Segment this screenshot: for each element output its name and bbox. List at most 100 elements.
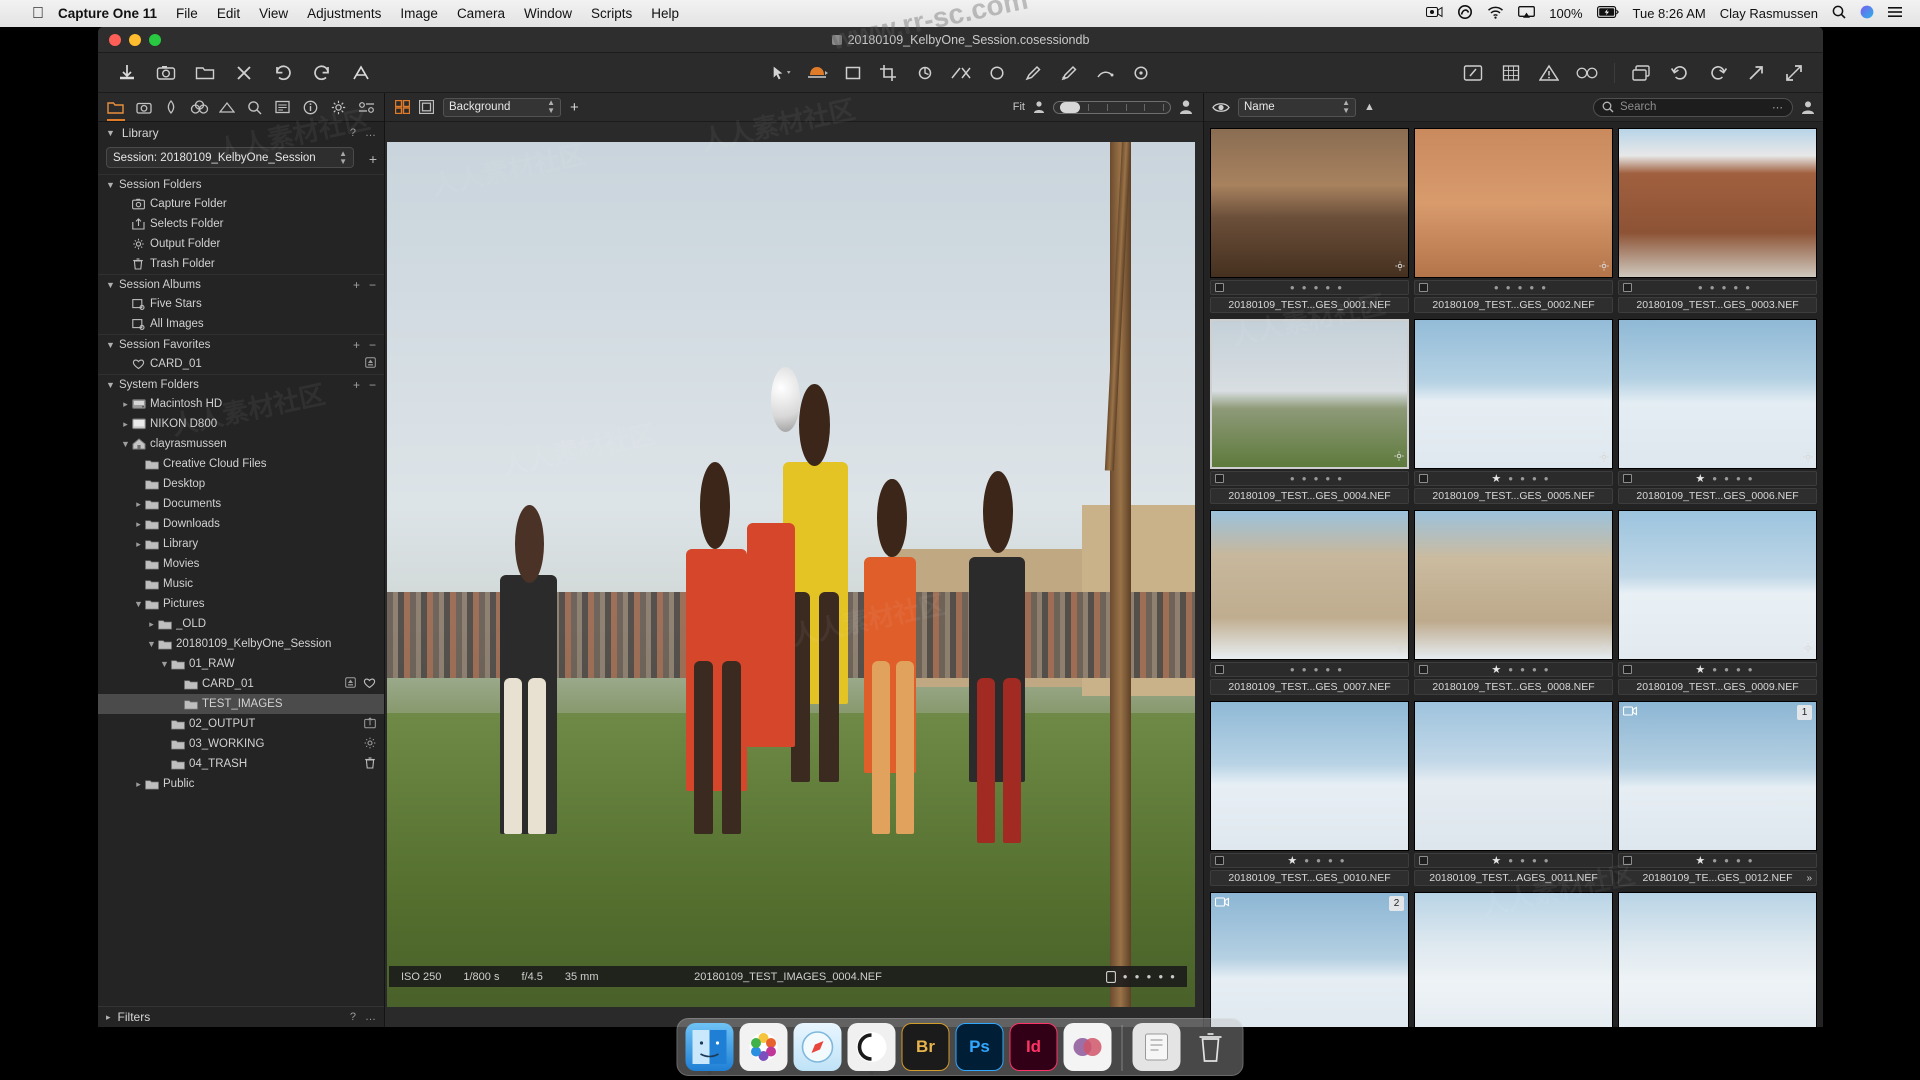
chevron-right-icon[interactable]: ▸ bbox=[106, 1012, 111, 1023]
star-rating[interactable]: ★ ● ● ● ● bbox=[1287, 855, 1344, 866]
thumbnail-image[interactable] bbox=[1210, 510, 1409, 660]
add-session-button[interactable]: + bbox=[362, 151, 384, 167]
star-2[interactable]: ● bbox=[1712, 856, 1717, 865]
star-2[interactable]: ● bbox=[1508, 856, 1513, 865]
star-2[interactable]: ● bbox=[1508, 474, 1513, 483]
add-button[interactable]: + bbox=[353, 378, 360, 392]
chevron-down-icon[interactable]: ▼ bbox=[106, 180, 119, 190]
menu-item-adjustments[interactable]: Adjustments bbox=[307, 6, 381, 21]
chevron-down-icon[interactable]: ▼ bbox=[106, 128, 115, 138]
chevron-right-icon[interactable]: ▸ bbox=[132, 539, 145, 550]
dock-item-photoshop[interactable]: Ps bbox=[955, 1023, 1004, 1071]
add-variant-icon[interactable]: + bbox=[570, 99, 579, 116]
eject-icon[interactable] bbox=[365, 357, 376, 371]
tool-tab-output[interactable] bbox=[324, 94, 352, 121]
settings-icon[interactable] bbox=[1803, 452, 1813, 465]
tree-item-actions[interactable] bbox=[364, 716, 376, 732]
menu-item-image[interactable]: Image bbox=[400, 6, 438, 21]
star-2[interactable]: ● bbox=[1302, 283, 1307, 292]
tree-item-capture-folder[interactable]: Capture Folder bbox=[98, 194, 384, 214]
star-4[interactable]: ● bbox=[1529, 283, 1534, 292]
tree-item-02-output[interactable]: 02_OUTPUT bbox=[98, 714, 384, 734]
star-3[interactable]: ● bbox=[1316, 856, 1321, 865]
duplicate-icon[interactable] bbox=[1631, 62, 1653, 84]
star-4[interactable]: ● bbox=[1532, 856, 1537, 865]
dock-item-finder[interactable] bbox=[685, 1023, 734, 1075]
dock-item-downloads-stack[interactable] bbox=[1132, 1023, 1181, 1071]
star-4[interactable]: ● bbox=[1736, 856, 1741, 865]
sort-direction-icon[interactable]: ▲ bbox=[1364, 101, 1375, 113]
tool-tab-details[interactable] bbox=[241, 94, 269, 121]
draw-mask-icon[interactable] bbox=[1022, 62, 1044, 84]
thumbnail-cell[interactable]: 2●●●●● bbox=[1210, 892, 1409, 1027]
tool-tab-metadata[interactable] bbox=[297, 94, 325, 121]
filters-pane-header[interactable]: ▸ Filters ? … bbox=[98, 1006, 384, 1027]
chevron-down-icon[interactable]: ▼ bbox=[132, 599, 145, 609]
heal-icon[interactable] bbox=[1094, 62, 1116, 84]
select-checkbox[interactable] bbox=[1623, 474, 1632, 483]
star-2[interactable]: ● bbox=[1712, 474, 1717, 483]
settings-icon[interactable] bbox=[1599, 261, 1609, 274]
viewer-rating[interactable]: ● ● ● ● ● bbox=[1105, 970, 1175, 983]
tree-item-macintosh-hd[interactable]: ▸ Macintosh HD bbox=[98, 394, 384, 414]
chevron-right-icon[interactable]: ▸ bbox=[119, 419, 132, 430]
background-select[interactable]: Background ▲ ▼ bbox=[443, 97, 561, 117]
star-rating[interactable]: ● ● ● ● ● bbox=[1290, 474, 1342, 483]
chevron-right-icon[interactable]: ▸ bbox=[132, 499, 145, 510]
dock-item-capture-one[interactable] bbox=[847, 1023, 896, 1075]
section-actions[interactable]: + − bbox=[353, 278, 376, 292]
window-controls[interactable] bbox=[109, 33, 161, 46]
eject-icon[interactable] bbox=[345, 676, 356, 692]
pan-icon[interactable] bbox=[806, 62, 828, 84]
single-view-icon[interactable] bbox=[419, 100, 434, 114]
tree-item-03-working[interactable]: 03_WORKING bbox=[98, 734, 384, 754]
star-4[interactable]: ● bbox=[1736, 474, 1741, 483]
thumbnail-image[interactable] bbox=[1414, 128, 1613, 278]
edit-with-icon[interactable] bbox=[1462, 62, 1484, 84]
thumbnail-grid[interactable]: ● ● ● ● ● 20180109_TEST...GES_0001.NEF ● ● ● ● ● 20… bbox=[1204, 122, 1823, 1027]
star-5[interactable]: ● bbox=[1544, 856, 1549, 865]
remove-button[interactable]: − bbox=[369, 378, 376, 392]
star-3[interactable]: ● bbox=[1520, 474, 1525, 483]
star-rating[interactable]: ★ ● ● ● ● bbox=[1695, 473, 1752, 484]
redo-icon[interactable] bbox=[311, 62, 333, 84]
thumbnail-cell[interactable]: ● ● ● ● ● 20180109_TEST...GES_0007.NEF bbox=[1210, 510, 1409, 695]
tree-item-card-01[interactable]: CARD_01 bbox=[98, 674, 384, 694]
tool-tab-adjustments[interactable] bbox=[269, 94, 297, 121]
star-4[interactable]: ● bbox=[1736, 665, 1741, 674]
keystone-icon[interactable] bbox=[950, 62, 972, 84]
star-4[interactable]: ● bbox=[1328, 856, 1333, 865]
eye-icon[interactable] bbox=[1212, 101, 1230, 114]
search-icon[interactable] bbox=[1832, 5, 1846, 22]
tree-item-output-folder[interactable]: Output Folder bbox=[98, 234, 384, 254]
star-2[interactable]: ● bbox=[1304, 856, 1309, 865]
tree-item-test-images[interactable]: TEST_IMAGES bbox=[98, 694, 384, 714]
thumbnail-image[interactable] bbox=[1414, 701, 1613, 851]
section-header-session-folders[interactable]: ▼ Session Folders bbox=[98, 174, 384, 194]
select-checkbox[interactable] bbox=[1215, 665, 1224, 674]
text-tool-icon[interactable] bbox=[350, 62, 372, 84]
more-options-icon[interactable]: … bbox=[365, 127, 376, 139]
select-checkbox[interactable] bbox=[1623, 856, 1632, 865]
dock-item-trash[interactable] bbox=[1187, 1023, 1235, 1071]
star-5[interactable]: ● bbox=[1337, 283, 1342, 292]
settings-icon[interactable] bbox=[1395, 643, 1405, 656]
close-button[interactable] bbox=[109, 33, 121, 46]
tool-tab-custom[interactable] bbox=[352, 94, 380, 121]
chevron-down-icon[interactable]: ▼ bbox=[106, 280, 119, 290]
star-1[interactable]: ● bbox=[1290, 474, 1295, 483]
star-rating[interactable]: ● ● ● ● ● bbox=[1290, 665, 1342, 674]
star-rating[interactable]: ★ ● ● ● ● bbox=[1695, 664, 1752, 675]
thumbnail-cell[interactable]: ★ ● ● ● ● 20180109_TEST...GES_0009.NEF bbox=[1618, 510, 1817, 695]
menu-item-help[interactable]: Help bbox=[651, 6, 679, 21]
star-1[interactable]: ★ bbox=[1287, 855, 1297, 866]
export-icon[interactable] bbox=[1745, 62, 1767, 84]
filters-help-icon[interactable]: ? bbox=[350, 1011, 356, 1023]
select-checkbox[interactable] bbox=[1215, 474, 1224, 483]
siri-icon[interactable] bbox=[1860, 5, 1874, 22]
thumbnail-cell[interactable]: 1 ★ ● ● ● ● 20180109_TE...GES_0012.NEF » bbox=[1618, 701, 1817, 886]
add-button[interactable]: + bbox=[353, 338, 360, 352]
star-3[interactable]: ● bbox=[1724, 474, 1729, 483]
chevron-down-icon[interactable]: ▼ bbox=[145, 639, 158, 649]
thumbnail-image[interactable]: 1 bbox=[1618, 701, 1817, 851]
